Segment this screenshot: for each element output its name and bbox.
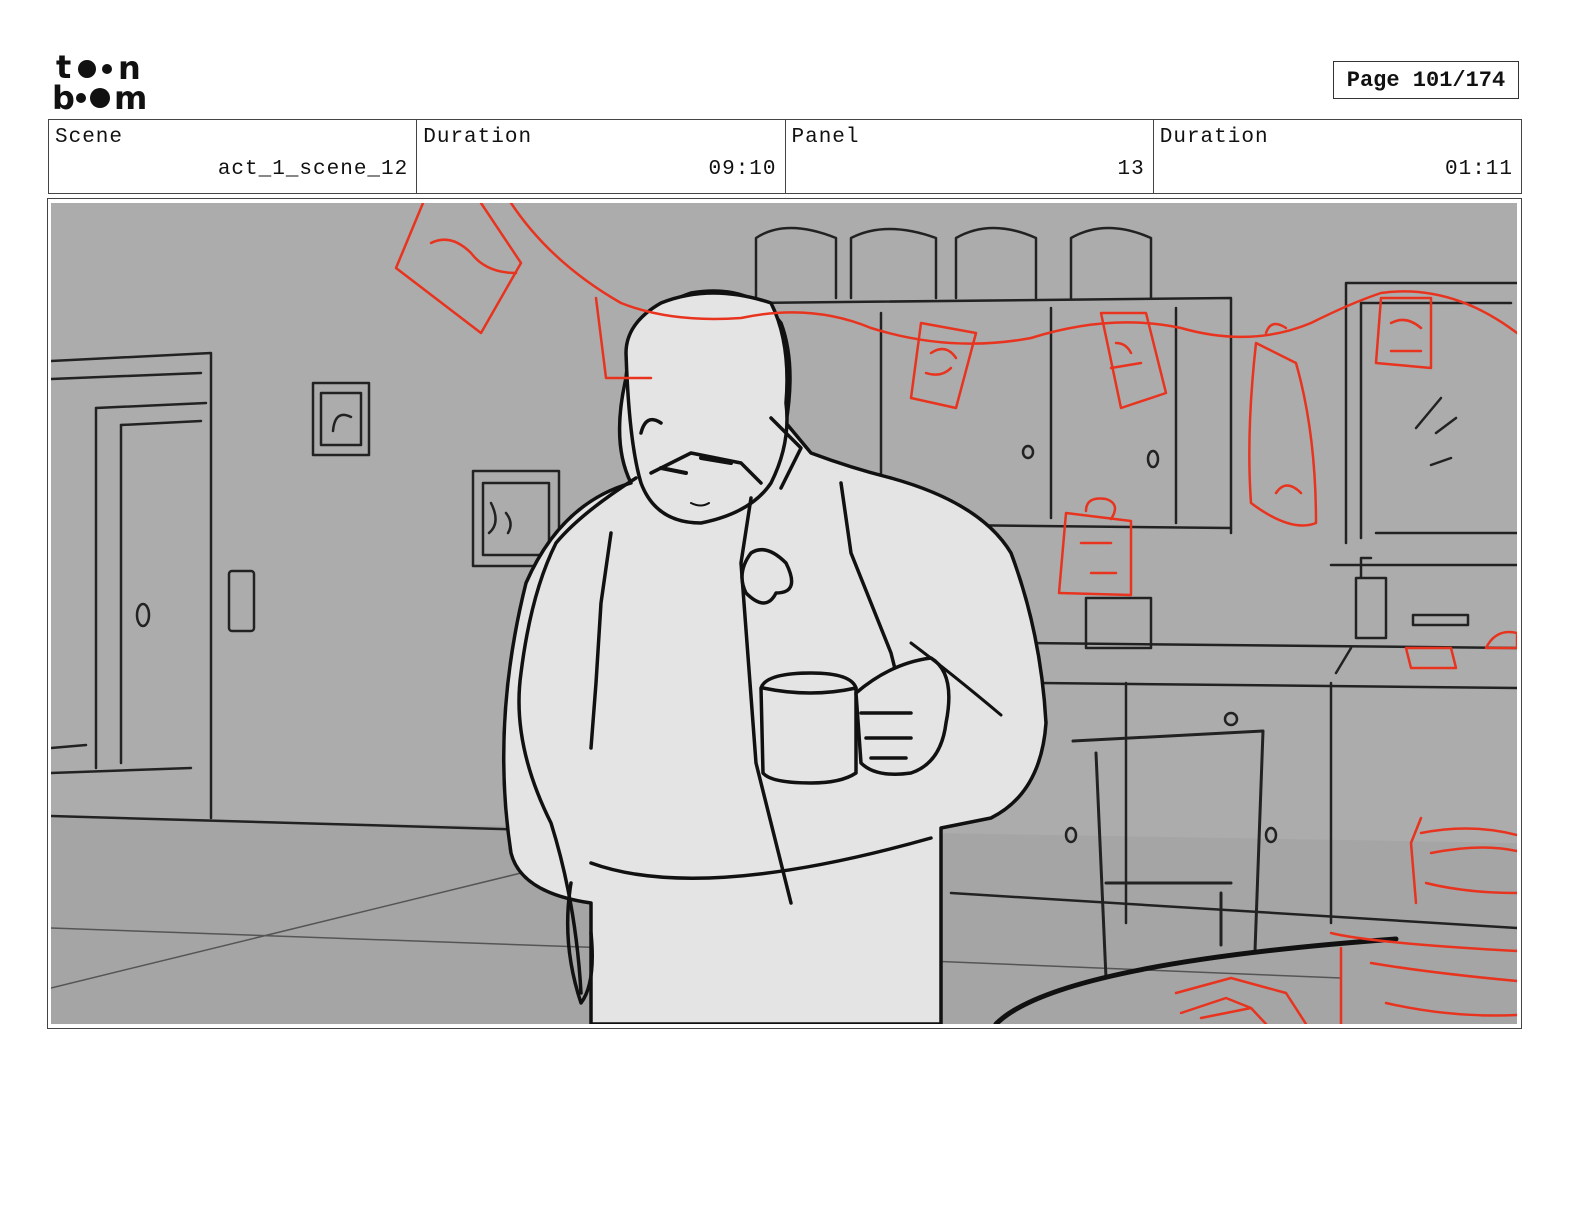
- svg-text:m: m: [114, 79, 147, 112]
- panel-duration-value: 01:11: [1444, 158, 1513, 181]
- scene-label: Scene: [55, 126, 124, 149]
- logo-mark: t n b m: [52, 50, 147, 112]
- toonboom-logo: t n b m: [52, 50, 164, 112]
- scene-value: act_1_scene_12: [217, 158, 409, 181]
- storyboard-sketch: [51, 203, 1517, 1024]
- svg-text:b: b: [52, 79, 75, 112]
- storyboard-panel: [47, 198, 1522, 1029]
- info-table: Scene act_1_scene_12 Duration 09:10 Pane…: [48, 119, 1522, 194]
- scene-duration-label: Duration: [423, 126, 533, 149]
- scene-cell: Scene act_1_scene_12: [49, 120, 418, 193]
- scene-duration-value: 09:10: [708, 158, 777, 181]
- panel-cell: Panel 13: [786, 120, 1154, 193]
- panel-duration-cell: Duration 01:11: [1154, 120, 1521, 193]
- panel-value: 13: [1117, 158, 1145, 181]
- panel-label: Panel: [791, 126, 860, 149]
- page-number: Page 101/174: [1333, 61, 1519, 99]
- scene-duration-cell: Duration 09:10: [417, 120, 786, 193]
- panel-duration-label: Duration: [1159, 126, 1269, 149]
